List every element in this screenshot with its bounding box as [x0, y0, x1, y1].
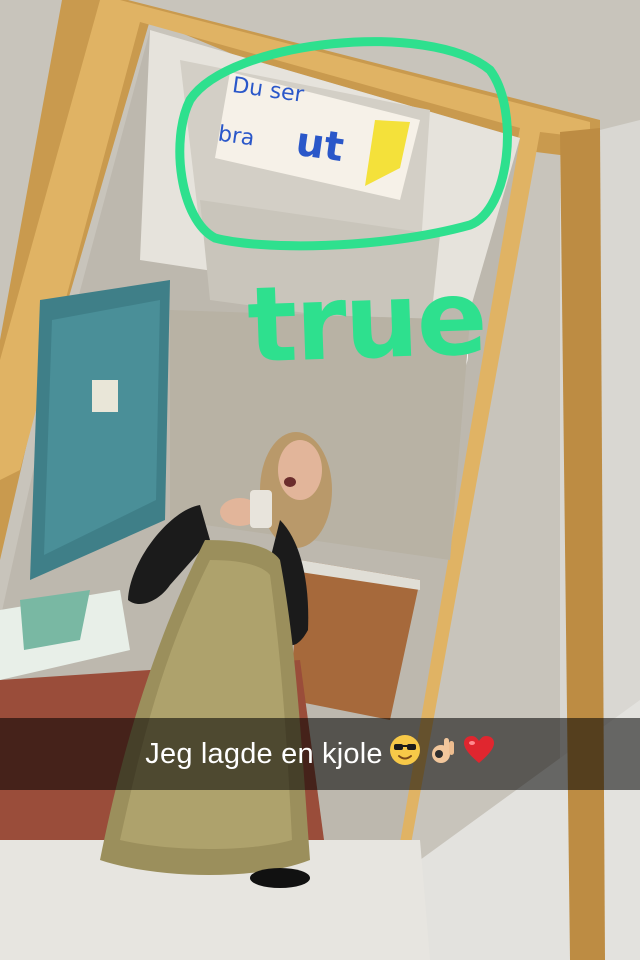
ceiling-sign-text: Du ser bra ut	[216, 73, 368, 188]
sunglasses-face-icon	[389, 734, 421, 774]
ok-hand-icon	[427, 734, 457, 774]
caption-bar: Jeg lagde en kjole	[0, 718, 640, 790]
doodle-text: true	[245, 256, 488, 387]
caption-text: Jeg lagde en kjole	[145, 737, 383, 770]
sign-line-2: bra	[216, 121, 257, 152]
red-heart-icon	[463, 735, 495, 773]
sign-line-1: Du ser	[230, 73, 306, 108]
sign-line-3: ut	[293, 118, 347, 172]
